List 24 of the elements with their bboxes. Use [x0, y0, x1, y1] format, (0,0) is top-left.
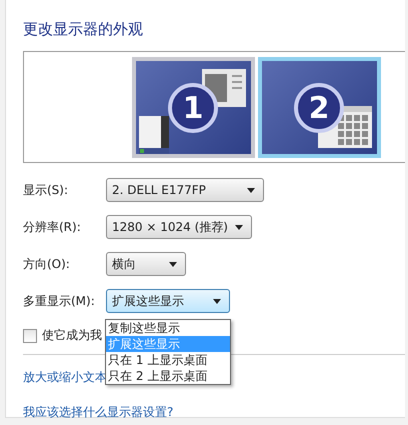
monitor[interactable]: 2	[258, 57, 381, 158]
checkbox[interactable]	[23, 328, 37, 342]
monitor[interactable]: 1	[132, 57, 255, 158]
checkbox-label: 使它成为我	[42, 327, 102, 344]
dropdown[interactable]: 2. DELL E177FP	[106, 178, 264, 202]
link[interactable]: 我应该选择什么显示器设置?	[23, 405, 174, 419]
dropdown-option[interactable]: 只在 2 上显示桌面	[106, 368, 230, 384]
dropdown[interactable]: 横向	[106, 252, 186, 276]
dropdown[interactable]: 1280 × 1024 (推荐)	[106, 215, 252, 239]
section-title: 更改显示器的外观	[23, 20, 144, 39]
field-label: 多重显示(M):	[23, 292, 96, 310]
caret-icon	[169, 262, 177, 266]
caret-icon	[235, 224, 243, 230]
field-label: 显示(S):	[23, 182, 70, 198]
dropdown-option[interactable]: 复制这些显示	[106, 320, 230, 336]
field-label: 方向(O):	[23, 256, 71, 272]
field-label: 分辨率(R):	[23, 218, 82, 236]
monitor-number: 1	[168, 83, 218, 133]
start-menu-icon	[139, 116, 169, 154]
caret-icon	[213, 298, 221, 304]
dropdown[interactable]: 扩展这些显示	[106, 289, 230, 313]
monitor-number: 2	[294, 83, 344, 133]
caret-icon	[247, 188, 255, 192]
dropdown-option[interactable]: 只在 1 上显示桌面	[106, 352, 230, 368]
